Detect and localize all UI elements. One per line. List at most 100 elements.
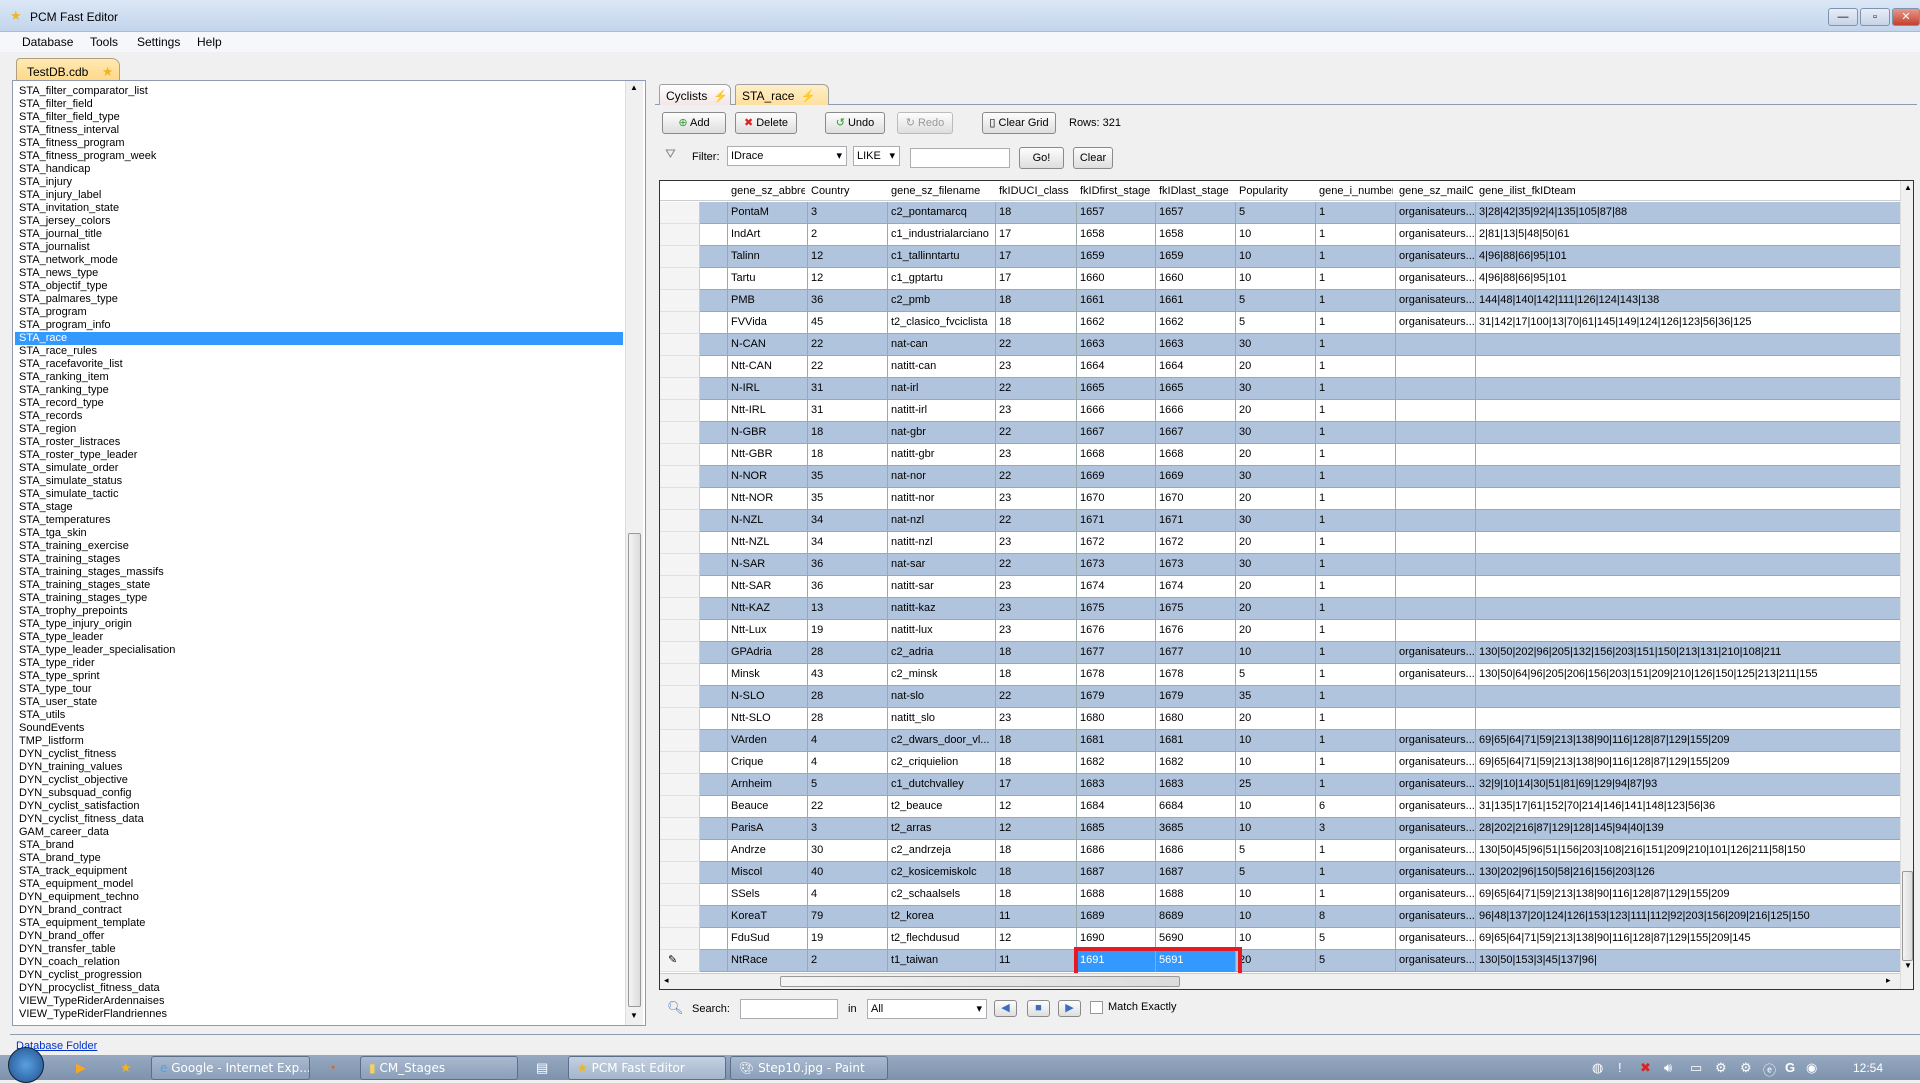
grid-cell[interactable]: N-SAR [727, 554, 807, 576]
grid-cell[interactable]: c1_tallinntartu [887, 246, 995, 268]
grid-cell[interactable]: GPAdria [727, 642, 807, 664]
grid-cell[interactable]: 144|48|140|142|111|126|124|143|138 [1475, 290, 1900, 312]
grid-cell[interactable]: 20 [1235, 598, 1315, 620]
grid-cell[interactable]: nat-nor [887, 466, 995, 488]
menu-database[interactable]: Database [22, 35, 73, 49]
table-row[interactable]: Ntt-CAN 22 natitt-can 23 1664 1664 20 1 [700, 356, 1900, 378]
table-list-item[interactable]: STA_news_type [15, 267, 623, 280]
grid-cell[interactable]: 22 [807, 356, 887, 378]
table-list-item[interactable]: SoundEvents [15, 722, 623, 735]
data-grid[interactable]: gene_sz_abbre Country gene_sz_filename fkID… [659, 180, 1914, 990]
grid-cell[interactable]: organisateurs... [1395, 224, 1475, 246]
table-list-item[interactable]: STA_region [15, 423, 623, 436]
table-list-item[interactable]: DYN_coach_relation [15, 956, 623, 969]
grid-cell[interactable] [1395, 598, 1475, 620]
table-row[interactable]: VArden 4 c2_dwars_door_vl... 18 1681 1681 10 1 o… [700, 730, 1900, 752]
column-header[interactable]: gene_sz_filename [891, 185, 993, 197]
grid-cell[interactable]: 18 [995, 202, 1076, 224]
grid-cell[interactable]: 23 [995, 356, 1076, 378]
grid-cell[interactable]: Ntt-SLO [727, 708, 807, 730]
grid-cell[interactable]: c2_minsk [887, 664, 995, 686]
grid-cell[interactable]: 1 [1315, 774, 1395, 796]
grid-cell[interactable]: organisateurs... [1395, 796, 1475, 818]
clear-filter-button[interactable]: Clear [1073, 147, 1113, 169]
taskbar-item-cm-stages[interactable]: ▮ CM_Stages [360, 1056, 518, 1080]
add-button[interactable]: ⊕ Add [662, 112, 726, 134]
grid-cell[interactable]: 1 [1315, 444, 1395, 466]
row-header[interactable]: ✎ [660, 950, 700, 972]
search-scope-select[interactable]: All [867, 999, 987, 1019]
row-header[interactable] [660, 334, 700, 356]
row-header[interactable] [660, 774, 700, 796]
grid-cell[interactable]: 1659 [1155, 246, 1235, 268]
grid-cell[interactable]: NtRace [727, 950, 807, 972]
grid-cell[interactable]: 17 [995, 246, 1076, 268]
pcm-star-icon[interactable]: ★ [120, 1060, 132, 1076]
grid-cell[interactable]: 8689 [1155, 906, 1235, 928]
table-list-item[interactable]: DYN_procyclist_fitness_data [15, 982, 623, 995]
file-tab[interactable]: TestDB.cdb ★ [16, 58, 120, 80]
grid-cell[interactable]: 30 [1235, 510, 1315, 532]
grid-cell[interactable]: 1666 [1076, 400, 1155, 422]
grid-cell[interactable]: Ntt-NOR [727, 488, 807, 510]
scroll-up-icon[interactable]: ▲ [630, 83, 638, 92]
grid-cell[interactable]: 1 [1315, 422, 1395, 444]
table-row[interactable]: Minsk 43 c2_minsk 18 1678 1678 5 1 organisateurs… [700, 664, 1900, 686]
table-row[interactable]: Beauce 22 t2_beauce 12 1684 6684 10 6 organisate… [700, 796, 1900, 818]
table-row[interactable]: Arnheim 5 c1_dutchvalley 17 1683 1683 25 1 organ… [700, 774, 1900, 796]
row-header[interactable] [660, 576, 700, 598]
grid-cell[interactable]: Ntt-GBR [727, 444, 807, 466]
grid-cell[interactable]: 5 [807, 774, 887, 796]
table-list-item[interactable]: STA_invitation_state [15, 202, 623, 215]
table-list-item[interactable]: STA_filter_field_type [15, 111, 623, 124]
grid-cell[interactable]: 18 [995, 664, 1076, 686]
grid-cell[interactable]: 8 [1315, 906, 1395, 928]
tray-network-icon[interactable]: ◍ [1592, 1060, 1603, 1076]
grid-cell[interactable]: 1675 [1076, 598, 1155, 620]
grid-cell[interactable]: N-IRL [727, 378, 807, 400]
grid-cell[interactable]: 20 [1235, 620, 1315, 642]
grid-cell[interactable]: N-NOR [727, 466, 807, 488]
grid-cell[interactable]: 1 [1315, 268, 1395, 290]
grid-cell[interactable]: FduSud [727, 928, 807, 950]
menu-settings[interactable]: Settings [137, 35, 180, 49]
grid-cell[interactable]: 10 [1235, 818, 1315, 840]
clock-app-icon[interactable]: ◔ [328, 1060, 336, 1075]
grid-cell[interactable]: 5 [1235, 290, 1315, 312]
search-next-button[interactable]: ▶ [1058, 1000, 1081, 1017]
grid-cell[interactable]: 23 [995, 576, 1076, 598]
grid-cell[interactable] [1475, 510, 1900, 532]
grid-cell[interactable]: 35 [807, 466, 887, 488]
grid-cell[interactable] [1395, 708, 1475, 730]
grid-cell[interactable]: 1662 [1076, 312, 1155, 334]
grid-cell[interactable]: nat-can [887, 334, 995, 356]
grid-cell[interactable]: PontaM [727, 202, 807, 224]
grid-cell[interactable]: organisateurs... [1395, 818, 1475, 840]
grid-cell[interactable]: 23 [995, 708, 1076, 730]
table-list-item[interactable]: STA_program_info [15, 319, 623, 332]
grid-cell[interactable]: t2_korea [887, 906, 995, 928]
grid-cell[interactable]: organisateurs... [1395, 664, 1475, 686]
minimize-button[interactable]: — [1828, 8, 1858, 26]
grid-cell[interactable]: 1688 [1076, 884, 1155, 906]
grid-cell[interactable]: organisateurs... [1395, 840, 1475, 862]
grid-cell[interactable]: 1676 [1155, 620, 1235, 642]
grid-cell[interactable]: 1670 [1155, 488, 1235, 510]
grid-cell[interactable]: 28|202|216|87|129|128|145|94|40|139 [1475, 818, 1900, 840]
table-row[interactable]: GPAdria 28 c2_adria 18 1677 1677 10 1 organisate… [700, 642, 1900, 664]
grid-cell[interactable]: 1 [1315, 554, 1395, 576]
grid-cell[interactable]: 1671 [1076, 510, 1155, 532]
grid-cell[interactable]: 36 [807, 290, 887, 312]
grid-cell[interactable]: Ntt-SAR [727, 576, 807, 598]
grid-cell[interactable]: 18 [995, 730, 1076, 752]
table-list-item[interactable]: STA_brand [15, 839, 623, 852]
h-scroll-thumb[interactable] [780, 976, 1180, 987]
grid-cell[interactable]: Beauce [727, 796, 807, 818]
scroll-left-icon[interactable]: ◂ [664, 975, 669, 986]
grid-cell[interactable]: 69|65|64|71|59|213|138|90|116|128|87|129… [1475, 752, 1900, 774]
grid-cell[interactable]: 69|65|64|71|59|213|138|90|116|128|87|129… [1475, 928, 1900, 950]
grid-cell[interactable]: organisateurs... [1395, 268, 1475, 290]
grid-cell[interactable] [1395, 510, 1475, 532]
tab-sta-race[interactable]: STA_race ⚡ [735, 84, 829, 105]
grid-cell[interactable]: Miscol [727, 862, 807, 884]
